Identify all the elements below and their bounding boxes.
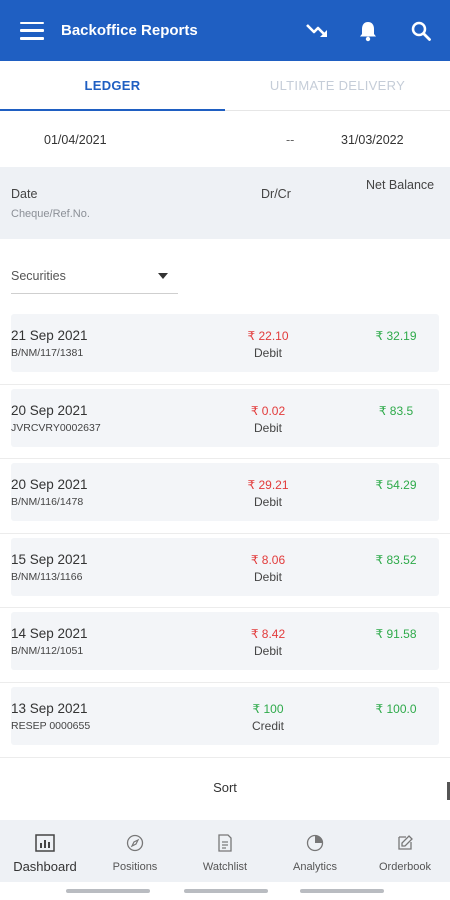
entry-type: Debit <box>253 346 282 360</box>
list-item: 14 Sep 2021 B/NM/112/1051 ₹ 8.42 Debit ₹… <box>0 608 450 683</box>
ledger-entry[interactable]: 20 Sep 2021 B/NM/116/1478 ₹ 29.21 Debit … <box>11 463 439 522</box>
entry-balance: ₹ 91.58 <box>375 627 417 642</box>
from-date[interactable]: 01/04/2021 <box>44 133 107 147</box>
entry-date: 21 Sep 2021 <box>11 328 88 343</box>
nav-watchlist[interactable]: Watchlist <box>180 820 270 882</box>
entry-date: 13 Sep 2021 <box>11 700 88 716</box>
nav-label: Analytics <box>292 861 338 873</box>
list-item: 20 Sep 2021 B/NM/116/1478 ₹ 29.21 Debit … <box>0 459 450 534</box>
header-drcr: Dr/Cr <box>261 187 291 201</box>
pie-chart-icon <box>305 833 325 853</box>
gesture-handles <box>0 889 450 895</box>
list-item: 13 Sep 2021 RESEP 0000655 ₹ 100 Credit ₹… <box>0 683 450 758</box>
entry-type: Debit <box>253 644 282 659</box>
nav-positions[interactable]: Positions <box>90 820 180 882</box>
ledger-entry[interactable]: 13 Sep 2021 RESEP 0000655 ₹ 100 Credit ₹… <box>11 686 439 745</box>
entry-amount: ₹ 0.02 <box>250 403 286 418</box>
bottom-nav: Dashboard Positions Watchlist Analytics … <box>0 820 450 882</box>
list-item: 20 Sep 2021 JVRCVRY0002637 ₹ 0.02 Debit … <box>0 385 450 460</box>
entry-type: Debit <box>253 569 282 584</box>
entry-date: 14 Sep 2021 <box>11 626 88 642</box>
entry-type: Debit <box>253 495 282 510</box>
header-cheque: Cheque/Ref.No. <box>11 208 90 220</box>
ledger-entry[interactable]: 14 Sep 2021 B/NM/112/1051 ₹ 8.42 Debit ₹… <box>11 612 439 671</box>
ledger-entry[interactable]: 21 Sep 2021 B/NM/117/1381 ₹ 22.10 Debit … <box>11 314 439 372</box>
entry-type: Credit <box>251 718 284 733</box>
ledger-entry[interactable]: 20 Sep 2021 JVRCVRY0002637 ₹ 0.02 Debit … <box>11 388 439 447</box>
nav-label: Watchlist <box>202 861 248 873</box>
gesture-handle <box>184 889 268 893</box>
compass-icon <box>125 833 145 853</box>
entry-amount: ₹ 100 <box>252 701 284 716</box>
securities-dropdown[interactable]: Securities <box>11 258 178 294</box>
entry-type: Debit <box>253 420 282 435</box>
entry-balance: ₹ 83.52 <box>375 552 417 567</box>
date-range: 01/04/2021 -- 31/03/2022 <box>0 111 450 169</box>
gesture-handle <box>66 889 150 893</box>
list-item: 15 Sep 2021 B/NM/113/1166 ₹ 8.06 Debit ₹… <box>0 534 450 609</box>
nav-orderbook[interactable]: Orderbook <box>360 820 450 882</box>
nav-label: Positions <box>112 861 158 873</box>
entry-amount: ₹ 8.42 <box>250 627 286 642</box>
table-header: Date Cheque/Ref.No. Dr/Cr Net Balance <box>0 167 450 239</box>
bell-icon[interactable] <box>355 18 381 44</box>
entry-amount: ₹ 22.10 <box>247 329 289 343</box>
tab-ledger[interactable]: LEDGER <box>0 61 225 111</box>
entry-ref: B/NM/116/1478 <box>11 496 84 509</box>
entry-balance: ₹ 32.19 <box>375 329 417 343</box>
menu-icon[interactable] <box>20 21 44 40</box>
edit-icon <box>395 833 415 853</box>
entry-ref: B/NM/117/1381 <box>11 347 84 359</box>
app-bar: Backoffice Reports <box>0 0 450 61</box>
nav-analytics[interactable]: Analytics <box>270 820 360 882</box>
header-date: Date <box>11 187 38 201</box>
ledger-list: 21 Sep 2021 B/NM/117/1381 ₹ 22.10 Debit … <box>0 310 450 758</box>
entry-ref: RESEP 0000655 <box>11 719 91 732</box>
search-icon[interactable] <box>408 18 434 44</box>
gesture-handle <box>300 889 384 893</box>
date-separator: -- <box>286 133 295 147</box>
entry-ref: B/NM/112/1051 <box>11 645 84 658</box>
sort-button[interactable]: Sort <box>0 780 450 804</box>
entry-amount: ₹ 8.06 <box>250 552 286 567</box>
nav-label: Dashboard <box>13 859 77 874</box>
nav-label: Orderbook <box>379 861 431 873</box>
caret-down-icon <box>158 273 168 279</box>
tab-bar: LEDGER ULTIMATE DELIVERY <box>0 61 450 111</box>
entry-balance: ₹ 100.0 <box>375 701 417 716</box>
list-item: 21 Sep 2021 B/NM/117/1381 ₹ 22.10 Debit … <box>0 310 450 385</box>
page-title: Backoffice Reports <box>61 22 198 39</box>
entry-date: 15 Sep 2021 <box>11 551 88 567</box>
entry-ref: JVRCVRY0002637 <box>11 421 101 434</box>
trending-down-icon[interactable] <box>304 18 330 44</box>
entry-date: 20 Sep 2021 <box>11 477 88 493</box>
dropdown-value: Securities <box>11 269 66 283</box>
nav-dashboard[interactable]: Dashboard <box>0 820 90 882</box>
entry-ref: B/NM/113/1166 <box>11 570 83 583</box>
to-date[interactable]: 31/03/2022 <box>341 133 404 147</box>
entry-balance: ₹ 83.5 <box>378 403 414 418</box>
document-icon <box>215 833 235 853</box>
entry-date: 20 Sep 2021 <box>11 402 88 418</box>
entry-amount: ₹ 29.21 <box>247 478 289 493</box>
tab-ultimate-delivery[interactable]: ULTIMATE DELIVERY <box>225 61 450 110</box>
header-net-balance: Net Balance <box>366 178 435 192</box>
dashboard-icon <box>35 833 55 853</box>
entry-balance: ₹ 54.29 <box>375 478 417 493</box>
ledger-entry[interactable]: 15 Sep 2021 B/NM/113/1166 ₹ 8.06 Debit ₹… <box>11 537 439 596</box>
